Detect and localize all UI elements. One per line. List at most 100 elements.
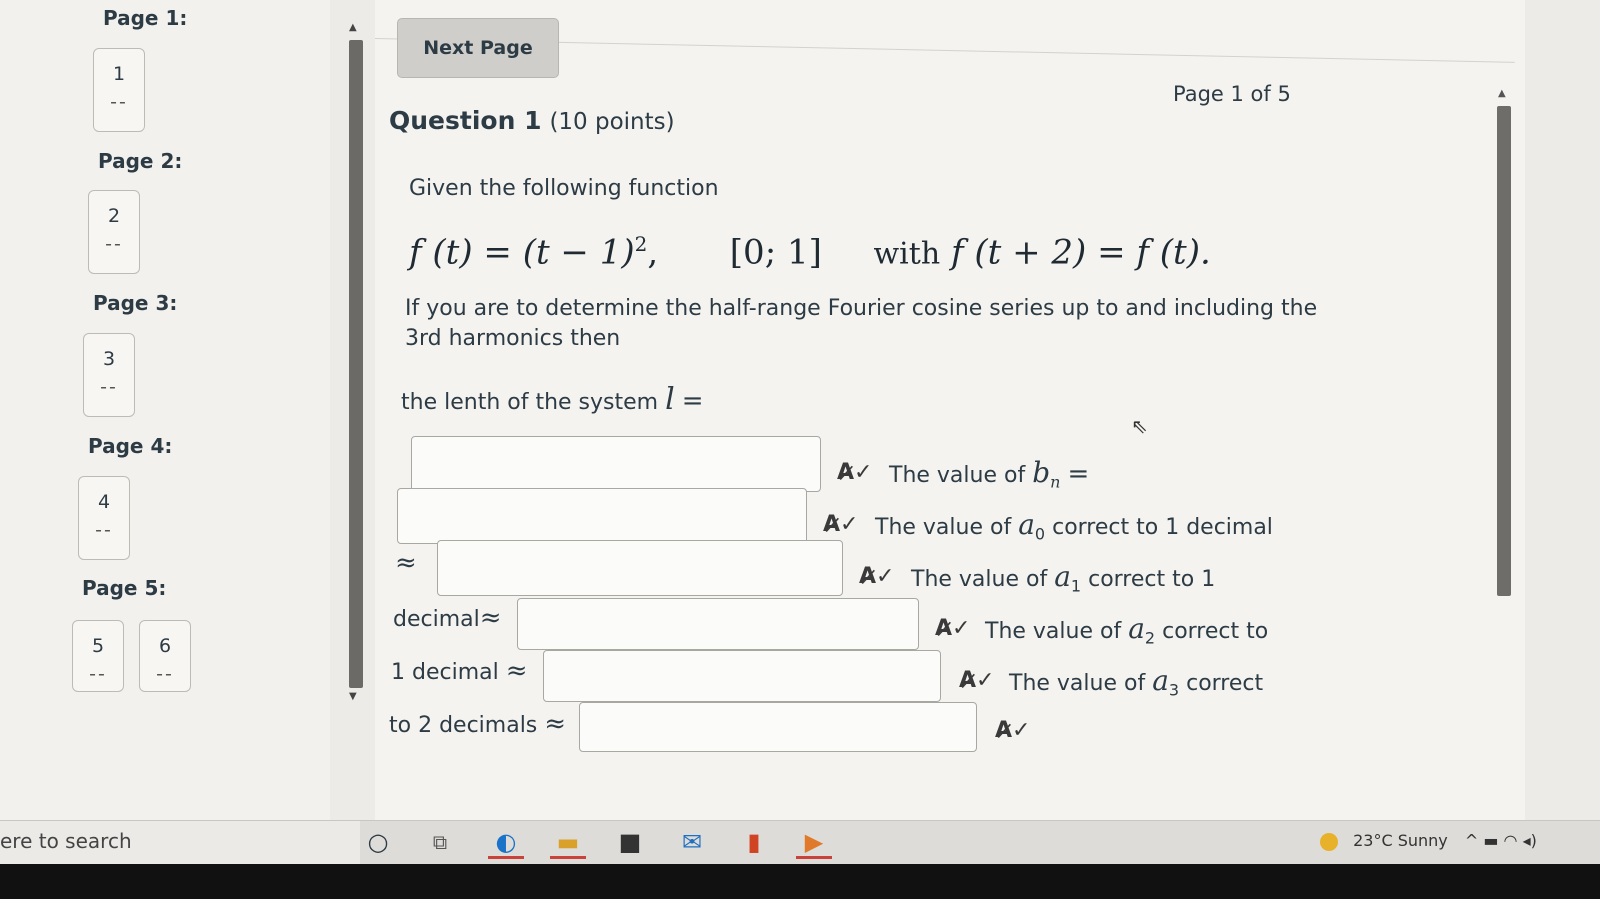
approx-symbol: ≈ — [505, 656, 528, 686]
formula-periodic: f (t + 2) = f (t). — [950, 232, 1211, 273]
screen-bezel — [0, 864, 1600, 899]
media-player-icon[interactable]: ▶ — [796, 825, 832, 859]
page-3-label: Page 3: — [93, 291, 178, 315]
store-icon[interactable]: ■ — [612, 825, 648, 859]
nav-scrollbar[interactable]: ▲ ▼ — [345, 22, 365, 702]
bn-var: b — [1032, 456, 1051, 489]
approx-symbol: ≈ — [544, 709, 567, 739]
weather-text[interactable]: 23°C Sunny — [1353, 831, 1448, 850]
formula-interval: [0; 1] — [729, 232, 822, 273]
a1-prefix: The value of — [911, 567, 1048, 592]
page-1-label: Page 1: — [103, 6, 188, 30]
weather-sun-icon — [1320, 832, 1338, 851]
a0-prefix: The value of — [875, 515, 1012, 540]
scrollbar-thumb[interactable] — [1497, 106, 1511, 596]
system-tray: 23°C Sunny ^ ▬ ◠ ◂) — [1320, 831, 1537, 851]
question-box-5[interactable]: 5 -- — [72, 620, 124, 692]
a2-sub: 2 — [1144, 628, 1156, 648]
question-box-6[interactable]: 6 -- — [139, 620, 191, 692]
a1-sub: 1 — [1070, 576, 1082, 596]
a0-var: a — [1018, 508, 1035, 541]
mail-icon[interactable]: ✉ — [674, 825, 710, 859]
office-icon[interactable]: ▮ — [736, 825, 772, 859]
question-box-2[interactable]: 2 -- — [88, 190, 140, 274]
scroll-down-arrow-icon[interactable]: ▼ — [349, 691, 357, 702]
question-number: 4 — [97, 491, 111, 513]
a3-input[interactable] — [579, 702, 977, 752]
question-number: 2 — [107, 205, 121, 227]
one-decimal-approx-label: 1 decimal ≈ — [391, 656, 528, 686]
windows-taskbar: ere to search ○ ⧉ ◐ ▬ ■ ✉ ▮ ▶ 23°C Sunny… — [0, 820, 1600, 865]
question-box-1[interactable]: 1 -- — [93, 48, 145, 132]
question-status: -- — [100, 376, 118, 398]
content-scrollbar[interactable]: ▲ — [1495, 88, 1513, 608]
a3-suffix: correct — [1186, 671, 1264, 696]
question-box-4[interactable]: 4 -- — [78, 476, 130, 560]
question-status: -- — [95, 519, 113, 541]
a1-suffix: correct to 1 — [1088, 567, 1216, 592]
a1-var: a — [1054, 560, 1071, 593]
page-2-label: Page 2: — [98, 149, 183, 173]
page-indicator: Page 1 of 5 — [1173, 82, 1291, 106]
a1-label: The value of a1 correct to 1 — [911, 560, 1215, 595]
taskbar-search-box[interactable]: ere to search — [0, 821, 360, 865]
instruction-line-2: 3rd harmonics then — [405, 326, 621, 351]
question-status: -- — [105, 233, 123, 255]
tray-icons[interactable]: ^ ▬ ◠ ◂) — [1465, 831, 1537, 850]
spellcheck-icon[interactable]: A̷✓ — [995, 718, 1030, 743]
length-input[interactable] — [411, 436, 821, 492]
scroll-up-arrow-icon[interactable]: ▲ — [349, 22, 357, 33]
next-page-button[interactable]: Next Page — [397, 18, 559, 78]
a2-var: a — [1128, 612, 1145, 645]
question-number: 1 — [112, 63, 126, 85]
approx-symbol: ≈ — [395, 548, 417, 578]
spellcheck-icon[interactable]: A̷✓ — [859, 564, 894, 589]
spellcheck-icon[interactable]: A̷✓ — [823, 512, 858, 537]
instruction-line-1: If you are to determine the half-range F… — [405, 296, 1318, 321]
question-navigation: Page 1: 1 -- Page 2: 2 -- Page 3: 3 -- P… — [0, 0, 330, 820]
length-text: the lenth of the system — [401, 390, 659, 415]
a0-suffix: correct to 1 decimal — [1052, 515, 1273, 540]
bn-sub: n — [1050, 472, 1061, 492]
a2-prefix: The value of — [985, 619, 1122, 644]
question-box-3[interactable]: 3 -- — [83, 333, 135, 417]
a3-prefix: The value of — [1009, 671, 1146, 696]
length-equals: = — [681, 386, 704, 416]
a2-suffix: correct to — [1162, 619, 1269, 644]
decimal-approx-label: decimal≈ — [393, 603, 502, 633]
spellcheck-icon[interactable]: A̷✓ — [959, 668, 994, 693]
question-title: Question 1 (10 points) — [389, 106, 675, 135]
a2-label: The value of a2 correct to — [985, 612, 1268, 647]
formula-exponent: 2 — [634, 232, 648, 256]
a0-input[interactable] — [437, 540, 843, 596]
question-number-title: Question 1 — [389, 106, 542, 135]
two-decimals-text: to 2 decimals — [389, 713, 538, 738]
spellcheck-icon[interactable]: A̷✓ — [935, 616, 970, 641]
scroll-up-arrow-icon[interactable]: ▲ — [1498, 88, 1506, 99]
edge-browser-icon[interactable]: ◐ — [488, 825, 524, 859]
mouse-cursor-icon: ⇖ — [1131, 414, 1148, 438]
cortana-icon[interactable]: ○ — [360, 825, 396, 859]
page-5-label: Page 5: — [82, 576, 167, 600]
a2-input[interactable] — [543, 650, 941, 702]
task-view-icon[interactable]: ⧉ — [422, 825, 458, 859]
question-status: -- — [156, 663, 174, 685]
file-explorer-icon[interactable]: ▬ — [550, 825, 586, 859]
bn-input[interactable] — [397, 488, 807, 544]
formula-lhs: f (t) = (t − 1) — [409, 232, 635, 273]
spellcheck-icon[interactable]: A̷✓ — [837, 460, 872, 485]
a0-sub: 0 — [1034, 524, 1046, 544]
scrollbar-thumb[interactable] — [349, 40, 363, 688]
question-status: -- — [110, 91, 128, 113]
bn-prefix: The value of — [889, 463, 1026, 488]
approx-symbol: ≈ — [479, 603, 502, 633]
a0-label: The value of a0 correct to 1 decimal — [875, 508, 1273, 543]
one-decimal-text: 1 decimal — [391, 660, 499, 685]
bn-suffix: = — [1067, 459, 1090, 489]
a1-input[interactable] — [517, 598, 919, 650]
question-points: (10 points) — [549, 109, 675, 135]
question-status: -- — [89, 663, 107, 685]
question-number: 5 — [91, 635, 105, 657]
a3-label: The value of a3 correct — [1009, 664, 1263, 699]
bn-label: The value of bn = — [889, 456, 1089, 491]
